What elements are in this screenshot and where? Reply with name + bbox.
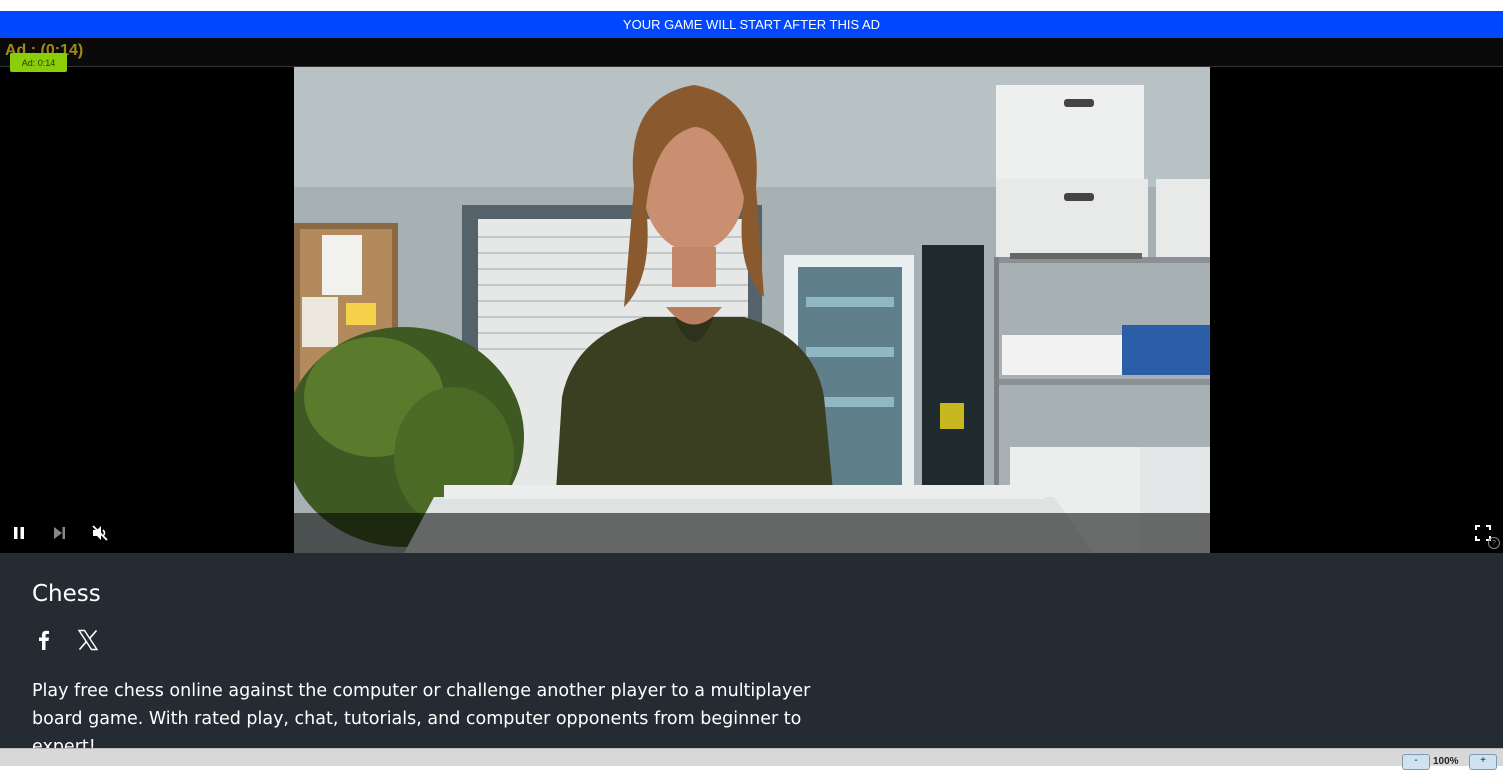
facebook-icon: [39, 630, 49, 650]
player-top-bar: [0, 38, 1503, 67]
pause-icon: [14, 527, 24, 539]
mute-button[interactable]: [89, 522, 111, 544]
help-icon[interactable]: ?: [1488, 537, 1500, 549]
ad-banner: YOUR GAME WILL START AFTER THIS AD: [0, 11, 1503, 38]
game-info-panel: Chess Play free chess online against the…: [0, 553, 1503, 757]
x-share-link[interactable]: [76, 628, 100, 652]
video-ad-player[interactable]: Ad : (0:14) Ad: 0:14 ?: [0, 38, 1503, 553]
zoom-in-button[interactable]: +: [1469, 754, 1497, 770]
zoom-out-button[interactable]: -: [1402, 754, 1430, 770]
ad-banner-text: YOUR GAME WILL START AFTER THIS AD: [622, 17, 881, 32]
player-controls: ?: [0, 514, 1503, 553]
zoom-bar: - 100% +: [0, 748, 1503, 770]
pause-button[interactable]: [8, 522, 30, 544]
skip-next-icon: [54, 527, 65, 539]
zoom-level: 100%: [1433, 756, 1459, 767]
ad-video-frame[interactable]: [294, 67, 1210, 553]
skip-next-button[interactable]: [48, 522, 70, 544]
game-title: Chess: [32, 581, 101, 607]
facebook-share-link[interactable]: [32, 628, 56, 652]
muted-speaker-icon: [92, 525, 108, 541]
ad-video-scene: [294, 67, 1210, 553]
x-twitter-icon: [77, 629, 99, 651]
ad-countdown-badge: Ad: 0:14: [10, 53, 67, 72]
social-share-links: [32, 628, 100, 652]
